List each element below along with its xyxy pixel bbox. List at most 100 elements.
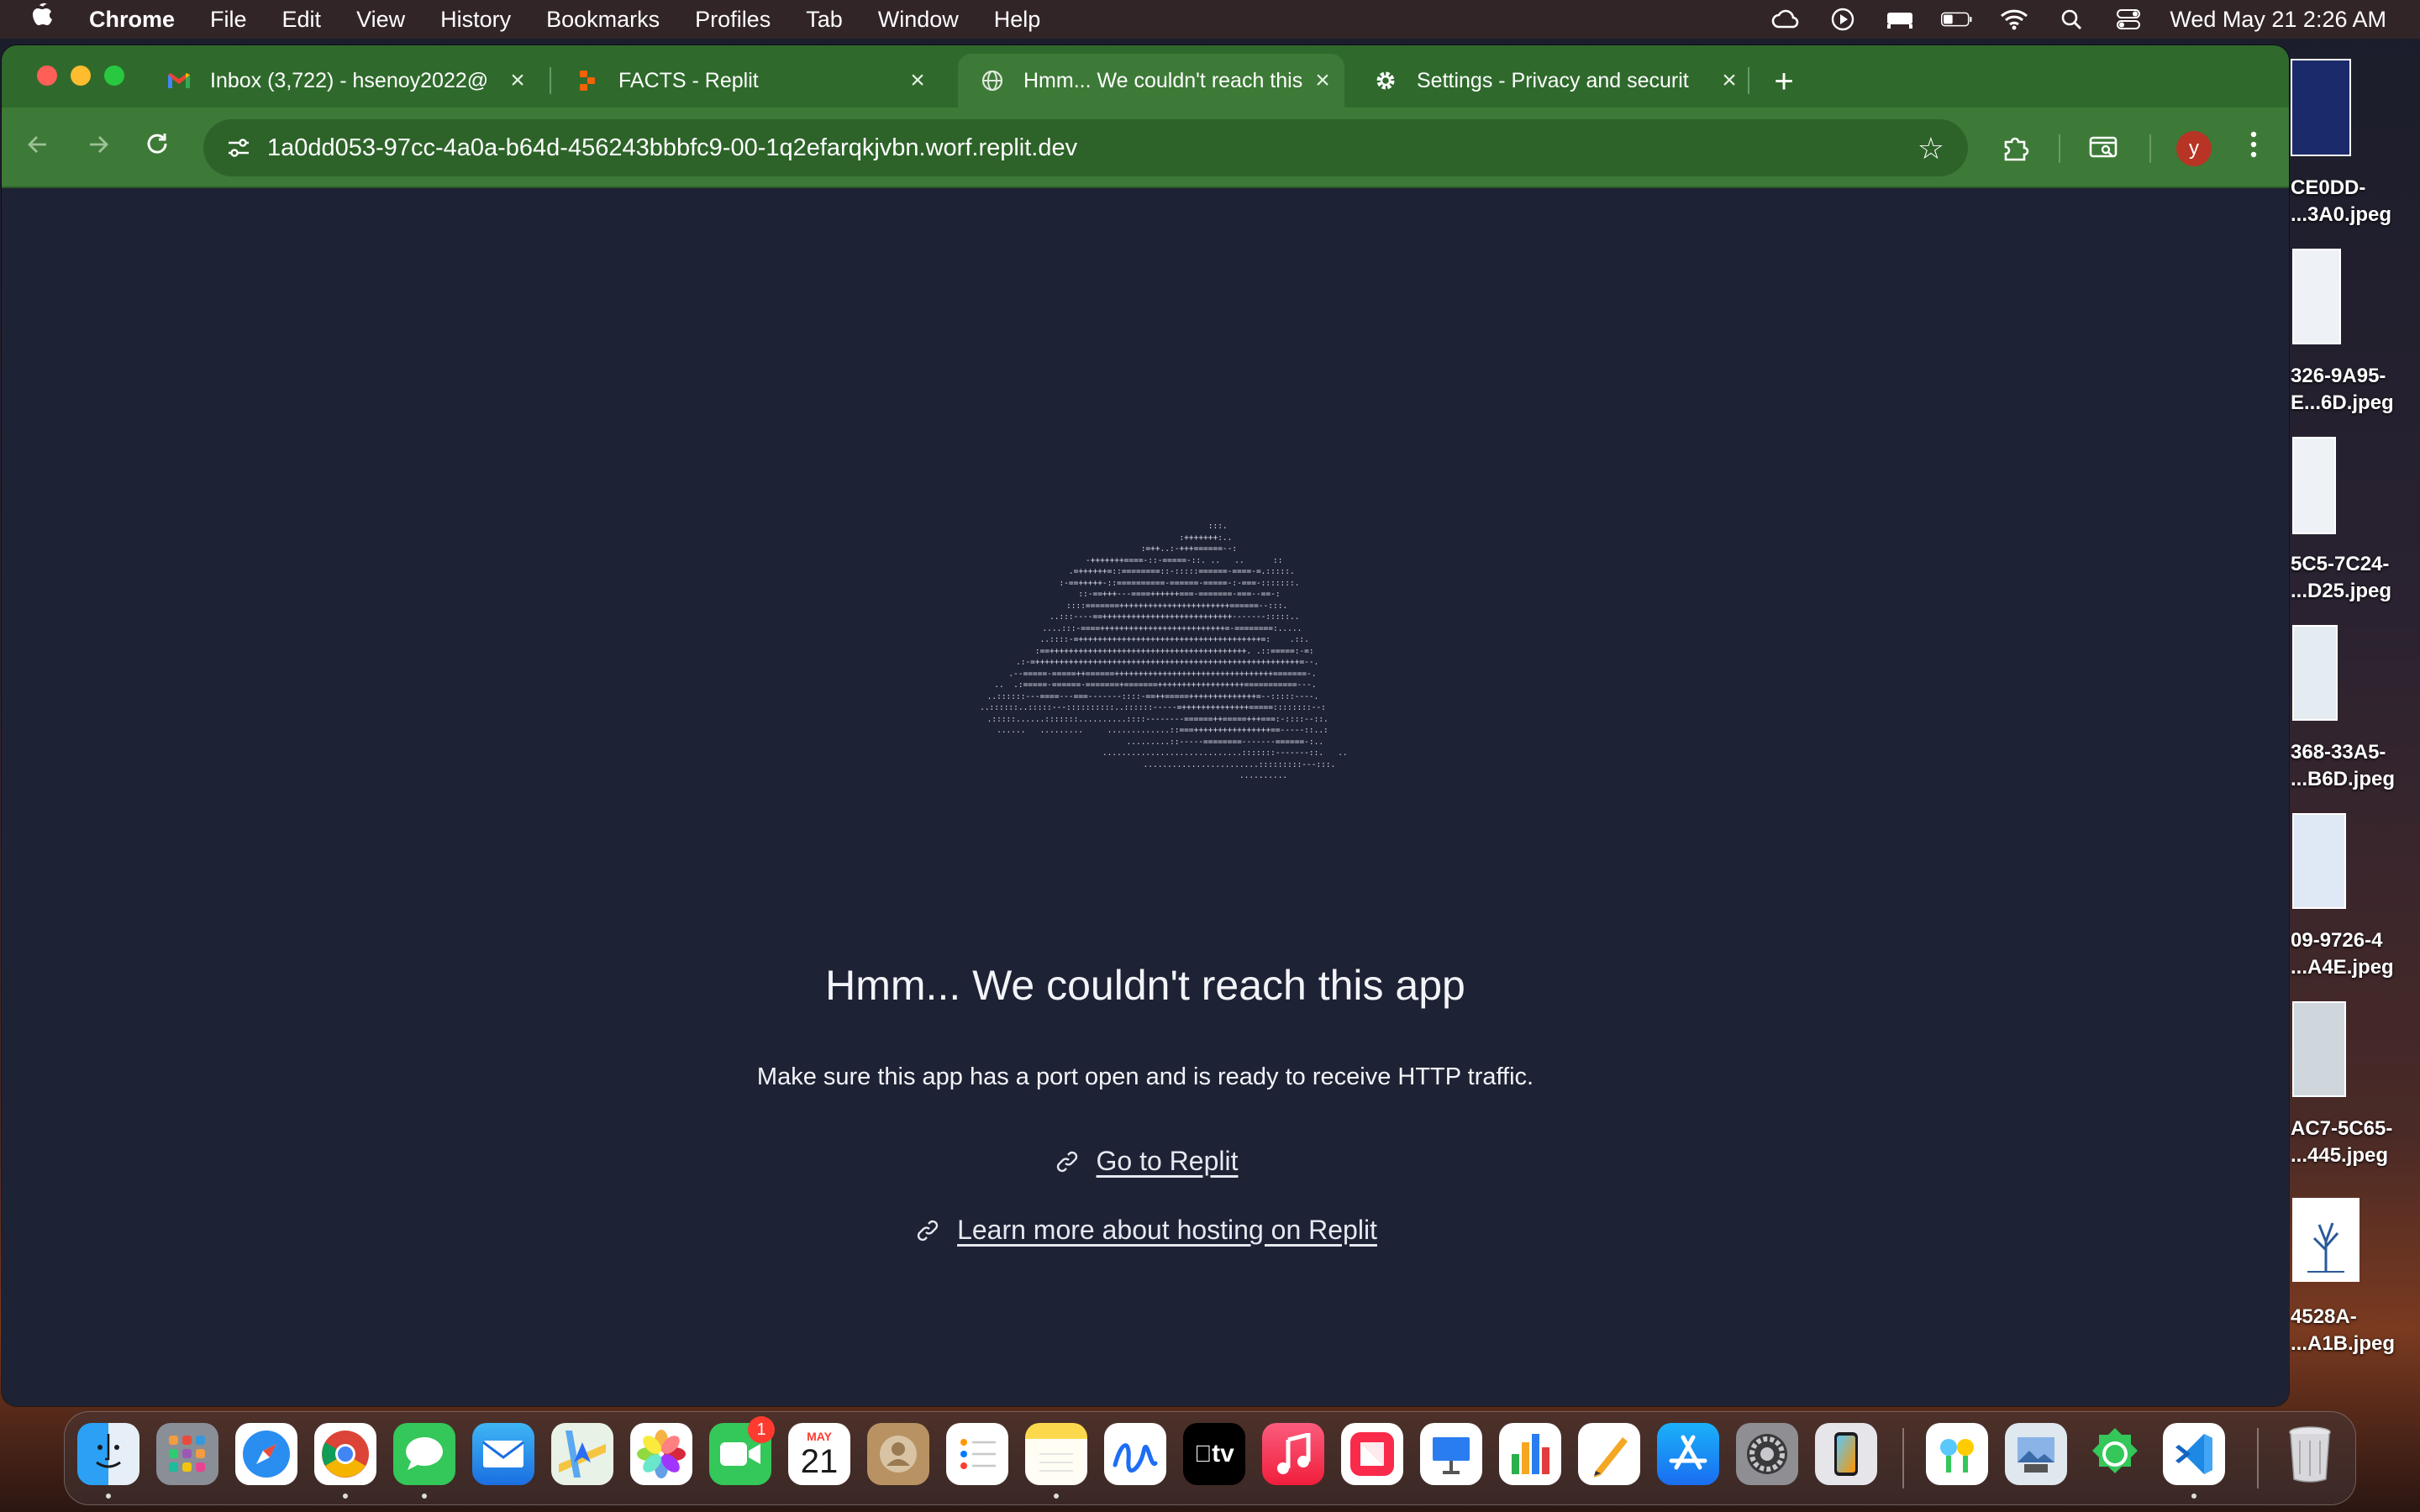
- passwords-icon[interactable]: [1926, 1423, 1988, 1485]
- preview-icon[interactable]: [2005, 1423, 2067, 1485]
- keynote-icon[interactable]: [1420, 1423, 1482, 1485]
- page-content: :::. :+++++++:.. :=++..:-+++======--: -+…: [2, 188, 2289, 1406]
- menu-view[interactable]: View: [356, 7, 405, 33]
- go-to-replit-text[interactable]: Go to Replit: [1097, 1146, 1239, 1177]
- bed-icon[interactable]: [1884, 7, 1916, 32]
- apple-tv-icon[interactable]: tv: [1183, 1423, 1245, 1485]
- tab-close-icon[interactable]: ×: [901, 66, 934, 95]
- fullscreen-window-button[interactable]: [104, 66, 124, 86]
- tab-close-icon[interactable]: ×: [1306, 66, 1339, 95]
- file-label: 09-9726-4 ...A4E.jpeg: [2291, 929, 2394, 979]
- maps-icon[interactable]: [551, 1423, 613, 1485]
- chrome-menu-icon[interactable]: [2237, 126, 2270, 170]
- calendar-month: MAY: [807, 1430, 832, 1443]
- menu-help[interactable]: Help: [994, 7, 1041, 33]
- calendar-icon[interactable]: MAY 21: [788, 1423, 850, 1485]
- menu-app-name[interactable]: Chrome: [89, 7, 175, 33]
- file-label: CE0DD- ...3A0.jpeg: [2291, 176, 2392, 226]
- running-indicator: [343, 1494, 348, 1499]
- site-info-icon[interactable]: [222, 131, 255, 165]
- numbers-icon[interactable]: [1499, 1423, 1561, 1485]
- wifi-icon[interactable]: [1998, 7, 2030, 32]
- battery-icon[interactable]: [1941, 7, 1973, 32]
- app-store-icon[interactable]: [1657, 1423, 1719, 1485]
- freeform-icon[interactable]: [1104, 1423, 1166, 1485]
- file-label: 326-9A95- E...6D.jpeg: [2291, 365, 2394, 414]
- close-window-button[interactable]: [37, 66, 57, 86]
- chrome-icon[interactable]: [314, 1423, 376, 1485]
- menu-tab[interactable]: Tab: [806, 7, 843, 33]
- tab-title: FACTS - Replit: [618, 68, 759, 92]
- toolbar-divider: [2149, 134, 2151, 163]
- tab-settings[interactable]: Settings - Privacy and securit ×: [1351, 54, 1751, 108]
- menu-window[interactable]: Window: [878, 7, 959, 33]
- reload-button[interactable]: [136, 126, 178, 168]
- minimize-window-button[interactable]: [71, 66, 91, 86]
- menubar-clock[interactable]: Wed May 21 2:26 AM: [2170, 7, 2386, 33]
- tab-close-icon[interactable]: ×: [501, 66, 534, 95]
- file-label: AC7-5C65- ...445.jpeg: [2291, 1117, 2393, 1167]
- file-thumbnail: [2292, 249, 2341, 344]
- finder-icon[interactable]: [77, 1423, 139, 1485]
- profile-avatar[interactable]: y: [2176, 131, 2212, 166]
- dock-separator: [1902, 1428, 1904, 1488]
- tab-title: Hmm... We couldn't reach this: [1023, 68, 1303, 92]
- file-thumbnail: [2292, 1198, 2360, 1282]
- ascii-cloud-art: :::. :+++++++:.. :=++..:-+++======--: -+…: [980, 522, 1348, 780]
- tab-title: Settings - Privacy and securit: [1417, 68, 1689, 92]
- bookmark-star-icon[interactable]: ☆: [1918, 131, 1944, 166]
- control-center-icon[interactable]: [2112, 7, 2144, 32]
- back-button[interactable]: [17, 126, 59, 168]
- menu-edit[interactable]: Edit: [282, 7, 322, 33]
- contacts-icon[interactable]: [867, 1423, 929, 1485]
- error-title: Hmm... We couldn't reach this app: [825, 962, 1465, 1009]
- toolbar-divider: [2059, 134, 2060, 163]
- error-subtitle: Make sure this app has a port open and i…: [756, 1063, 1534, 1090]
- trash-icon[interactable]: [2279, 1423, 2341, 1485]
- tab-separator: [1748, 67, 1749, 94]
- reminders-icon[interactable]: [946, 1423, 1008, 1485]
- calendar-day: 21: [800, 1443, 839, 1480]
- launchpad-icon[interactable]: [156, 1423, 218, 1485]
- news-icon[interactable]: [1341, 1423, 1403, 1485]
- dock-separator: [2257, 1428, 2259, 1488]
- iphone-mirroring-icon[interactable]: [1815, 1423, 1877, 1485]
- spotlight-search-icon[interactable]: [2055, 7, 2087, 32]
- file-label: 5C5-7C24- ...D25.jpeg: [2291, 553, 2392, 602]
- menu-bookmarks[interactable]: Bookmarks: [546, 7, 660, 33]
- pages-icon[interactable]: [1578, 1423, 1640, 1485]
- photos-icon[interactable]: [630, 1423, 692, 1485]
- tab-facts-replit[interactable]: FACTS - Replit ×: [553, 54, 939, 108]
- menu-file[interactable]: File: [210, 7, 247, 33]
- notes-icon[interactable]: [1025, 1423, 1087, 1485]
- system-settings-icon[interactable]: [1736, 1423, 1798, 1485]
- go-to-replit-link[interactable]: Go to Replit: [2, 1146, 2289, 1177]
- menu-bar: Chrome File Edit View History Bookmarks …: [0, 0, 2420, 39]
- play-icon[interactable]: [1827, 7, 1859, 32]
- creative-cloud-icon[interactable]: [1770, 7, 1802, 32]
- tab-close-icon[interactable]: ×: [1712, 66, 1746, 95]
- file-thumbnail: [2292, 813, 2346, 909]
- address-bar[interactable]: 1a0dd053-97cc-4a0a-b64d-456243bbbfc9-00-…: [203, 119, 1968, 176]
- menu-profiles[interactable]: Profiles: [695, 7, 771, 33]
- chatgpt-icon[interactable]: [2084, 1423, 2146, 1485]
- gmail-icon: [166, 68, 192, 93]
- safari-icon[interactable]: [235, 1423, 297, 1485]
- tab-gmail[interactable]: Inbox (3,722) - hsenoy2022@ ×: [145, 54, 539, 108]
- learn-hosting-link[interactable]: Learn more about hosting on Replit: [2, 1215, 2289, 1246]
- tab-search-icon[interactable]: [2082, 126, 2126, 170]
- apple-menu-icon[interactable]: [30, 3, 59, 36]
- learn-hosting-text[interactable]: Learn more about hosting on Replit: [957, 1215, 1377, 1246]
- mail-icon[interactable]: [472, 1423, 534, 1485]
- messages-icon[interactable]: [393, 1423, 455, 1485]
- link-icon: [913, 1216, 942, 1245]
- running-indicator: [1054, 1494, 1059, 1499]
- new-tab-button[interactable]: +: [1763, 60, 1805, 102]
- gear-icon: [1373, 68, 1398, 93]
- vscode-icon[interactable]: [2163, 1423, 2225, 1485]
- tab-active-error[interactable]: Hmm... We couldn't reach this ×: [958, 54, 1344, 108]
- extensions-icon[interactable]: [1993, 126, 2037, 170]
- music-icon[interactable]: [1262, 1423, 1324, 1485]
- forward-button[interactable]: [77, 126, 119, 168]
- menu-history[interactable]: History: [440, 7, 511, 33]
